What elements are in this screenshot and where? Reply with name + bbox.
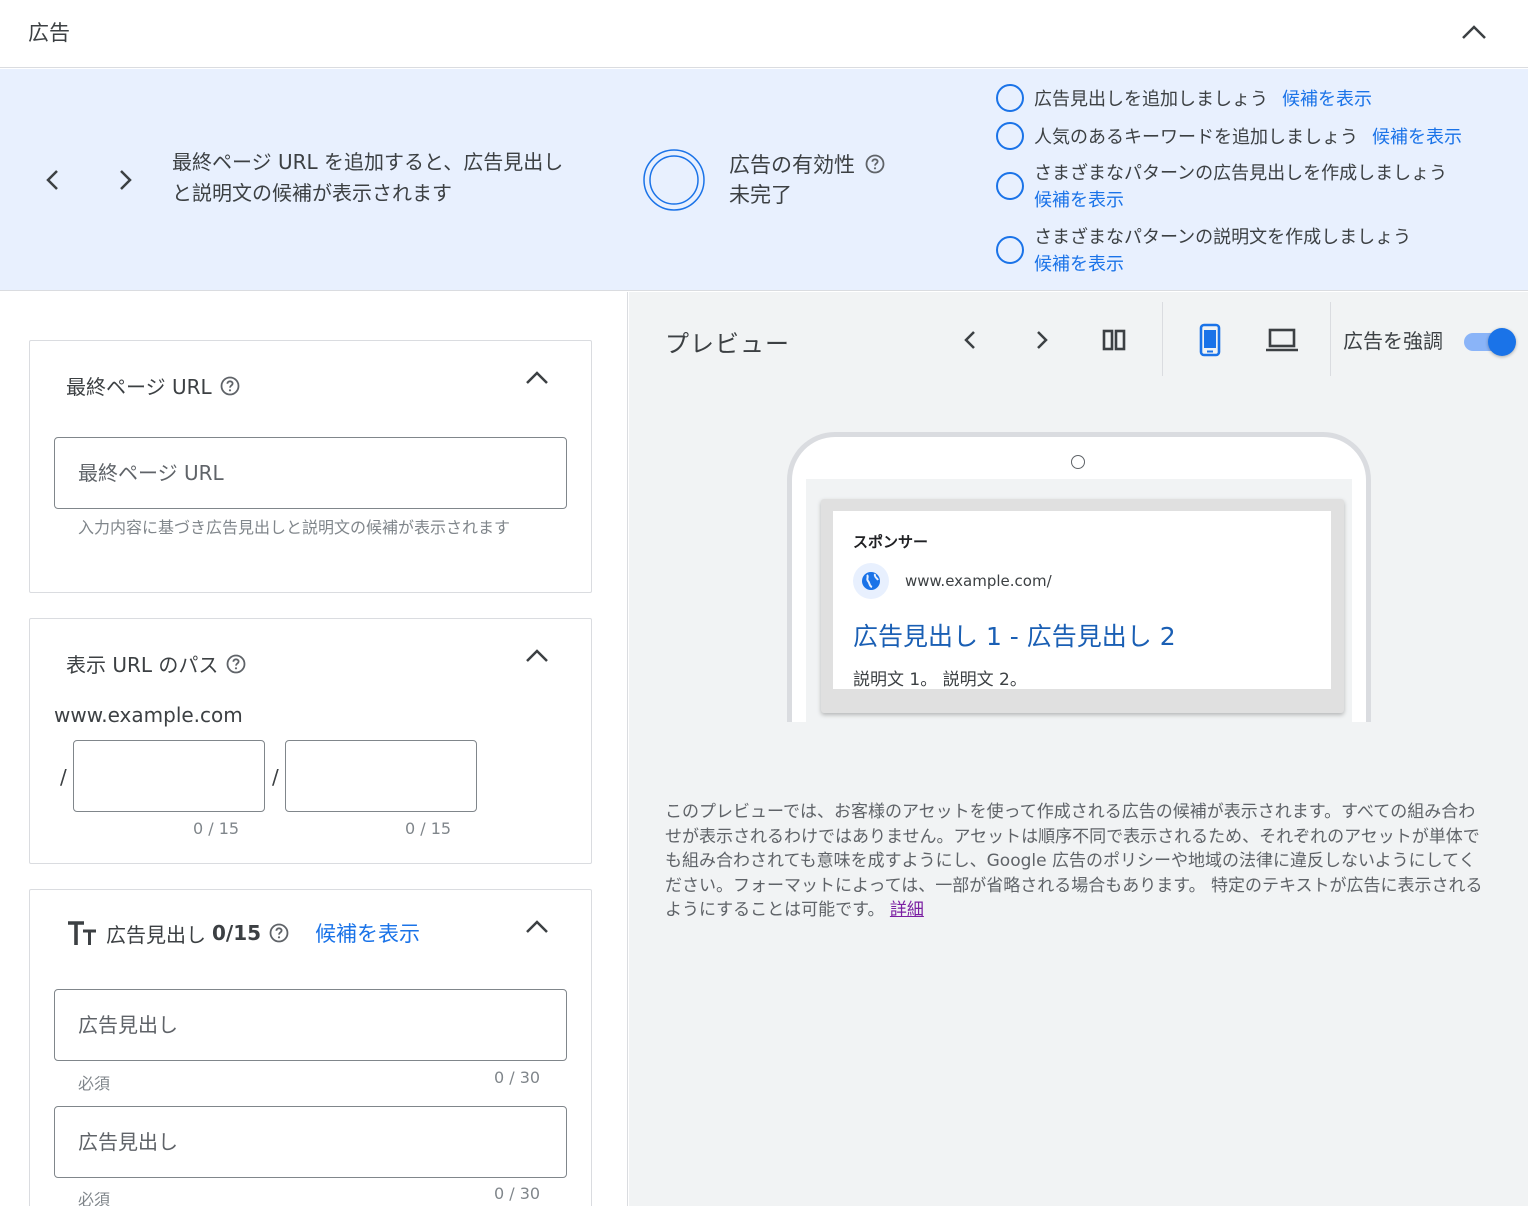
banner-message: 最終ページ URL を追加すると、広告見出しと説明文の候補が表示されます — [172, 150, 564, 205]
banner-prev-button[interactable] — [38, 165, 68, 195]
toggle-knob — [1488, 328, 1516, 356]
toolbar-divider — [1162, 302, 1163, 376]
ad-sponsored-label: スポンサー — [853, 533, 929, 551]
help-icon[interactable] — [226, 654, 246, 674]
path-separator: / — [60, 765, 67, 789]
chevron-up-icon — [1462, 25, 1486, 39]
unchecked-circle-icon — [996, 236, 1024, 264]
required-label: 必須 — [78, 1190, 111, 1206]
path2-counter: 0 / 15 — [405, 819, 452, 838]
collapse-final-url-button[interactable] — [522, 365, 552, 391]
preview-disclaimer: このプレビューでは、お客様のアセットを使って作成される広告の候補が表示されます。… — [665, 800, 1489, 923]
section-title: 広告 — [28, 21, 70, 45]
preview-prev-button[interactable] — [953, 323, 987, 357]
ad-strength-label-text: 広告の有効性 — [729, 153, 855, 177]
phone-mockup: スポンサー www.example.com/ 広告見出し 1 - 広告見出し 2… — [787, 432, 1371, 722]
final-url-card: 最終ページ URL 入力内容に基づき広告見出しと説明文の候補が表示されます — [29, 340, 592, 593]
help-icon[interactable] — [220, 376, 240, 396]
collapse-display-path-button[interactable] — [522, 643, 552, 669]
mobile-preview-button[interactable] — [1193, 323, 1227, 357]
toolbar-divider — [1330, 302, 1331, 376]
ad-strength-status: 未完了 — [729, 183, 792, 207]
preview-panel: プレビュー 広告を強調 スポンサー www.example.com/ 広告見出し… — [629, 292, 1528, 1206]
view-all-button[interactable] — [1097, 323, 1131, 357]
headlines-card: 広告見出し 0/15 候補を表示 必須 0 / 30 必須 0 / 30 — [29, 889, 592, 1206]
ad-display-url: www.example.com/ — [905, 572, 1052, 590]
path1-input[interactable] — [73, 740, 265, 812]
headlines-title-text: 広告見出し — [106, 922, 206, 947]
banner-next-button[interactable] — [110, 165, 140, 195]
desktop-preview-button[interactable] — [1265, 323, 1299, 357]
phone-camera-icon — [1071, 455, 1085, 469]
ad-form-panel: 最終ページ URL 入力内容に基づき広告見出しと説明文の候補が表示されます 表示… — [0, 292, 628, 1206]
display-domain: www.example.com — [54, 703, 243, 727]
chevron-left-icon — [964, 331, 975, 349]
headline-counter: 0 / 30 — [494, 1068, 541, 1087]
checklist-item-text: 広告見出しを追加しましょう 候補を表示 — [1034, 85, 1372, 111]
display-path-card: 表示 URL のパス www.example.com / / 0 / 15 0 … — [29, 618, 592, 864]
ad-preview-content: スポンサー www.example.com/ 広告見出し 1 - 広告見出し 2… — [833, 511, 1331, 690]
final-url-title: 最終ページ URL — [66, 371, 240, 400]
unchecked-circle-icon — [996, 84, 1024, 112]
chevron-left-icon — [46, 170, 58, 190]
unchecked-circle-icon — [996, 172, 1024, 200]
checklist-item-label: さまざまなパターンの説明文を作成しましょう — [1034, 227, 1412, 248]
path1-counter: 0 / 15 — [193, 819, 240, 838]
headlines-count: 0/15 — [212, 921, 262, 945]
strength-ring-icon — [643, 149, 705, 211]
columns-icon — [1102, 329, 1126, 351]
ad-description: 説明文 1。 説明文 2。 — [853, 670, 1027, 690]
show-suggestions-link[interactable]: 候補を表示 — [1034, 186, 1124, 212]
checklist-item-label: さまざまなパターンの広告見出しを作成しましょう — [1034, 163, 1448, 184]
details-link[interactable]: 詳細 — [890, 900, 924, 920]
chevron-up-icon — [526, 920, 548, 933]
unchecked-circle-icon — [996, 122, 1024, 150]
show-suggestions-link[interactable]: 候補を表示 — [1282, 89, 1372, 110]
laptop-icon — [1266, 328, 1298, 352]
preview-disclaimer-text: このプレビューでは、お客様のアセットを使って作成される広告の候補が表示されます。… — [665, 802, 1483, 920]
help-icon[interactable] — [269, 923, 289, 943]
chevron-right-icon — [1037, 331, 1048, 349]
show-suggestions-link[interactable]: 候補を表示 — [1034, 250, 1124, 276]
ad-preview-card: スポンサー www.example.com/ 広告見出し 1 - 広告見出し 2… — [821, 499, 1344, 713]
ad-strength-label: 広告の有効性 — [729, 149, 885, 179]
text-size-icon — [66, 919, 98, 947]
path2-input[interactable] — [285, 740, 477, 812]
chevron-up-icon — [526, 649, 548, 662]
final-url-hint: 入力内容に基づき広告見出しと説明文の候補が表示されます — [78, 518, 511, 537]
emphasize-ad-label: 広告を強調 — [1343, 329, 1443, 353]
headline-input[interactable] — [54, 1106, 567, 1178]
chevron-up-icon — [526, 371, 548, 384]
checklist-item-text: 人気のあるキーワードを追加しましょう 候補を表示 — [1034, 123, 1462, 149]
emphasize-ad-toggle[interactable] — [1462, 326, 1518, 356]
display-path-title-text: 表示 URL のパス — [66, 653, 219, 677]
headlines-title: 広告見出し 0/15 候補を表示 — [66, 918, 420, 948]
ad-strength-banner: 最終ページ URL を追加すると、広告見出しと説明文の候補が表示されます 広告の… — [0, 69, 1528, 291]
final-url-title-text: 最終ページ URL — [66, 375, 212, 399]
display-path-title: 表示 URL のパス — [66, 649, 246, 678]
show-suggestions-link[interactable]: 候補を表示 — [1372, 127, 1462, 148]
ad-strength-ring — [642, 148, 706, 212]
path-separator: / — [272, 765, 279, 789]
headline-counter: 0 / 30 — [494, 1184, 541, 1203]
headline-input[interactable] — [54, 989, 567, 1061]
globe-icon — [853, 563, 889, 599]
ad-headline[interactable]: 広告見出し 1 - 広告見出し 2 — [853, 617, 1176, 653]
chevron-right-icon — [120, 170, 132, 190]
collapse-section-button[interactable] — [1458, 18, 1490, 46]
checklist-item-label: 人気のあるキーワードを追加しましょう — [1034, 127, 1358, 148]
section-header: 広告 — [0, 0, 1528, 68]
preview-title: プレビュー — [665, 330, 790, 358]
headline-suggestions-link[interactable]: 候補を表示 — [315, 918, 420, 948]
final-url-input[interactable] — [54, 437, 567, 509]
collapse-headlines-button[interactable] — [522, 914, 552, 940]
required-label: 必須 — [78, 1074, 111, 1093]
preview-next-button[interactable] — [1025, 323, 1059, 357]
checklist-item-label: 広告見出しを追加しましょう — [1034, 89, 1268, 110]
help-icon[interactable] — [865, 154, 885, 174]
phone-screen: スポンサー www.example.com/ 広告見出し 1 - 広告見出し 2… — [806, 479, 1352, 722]
smartphone-icon — [1199, 323, 1221, 357]
